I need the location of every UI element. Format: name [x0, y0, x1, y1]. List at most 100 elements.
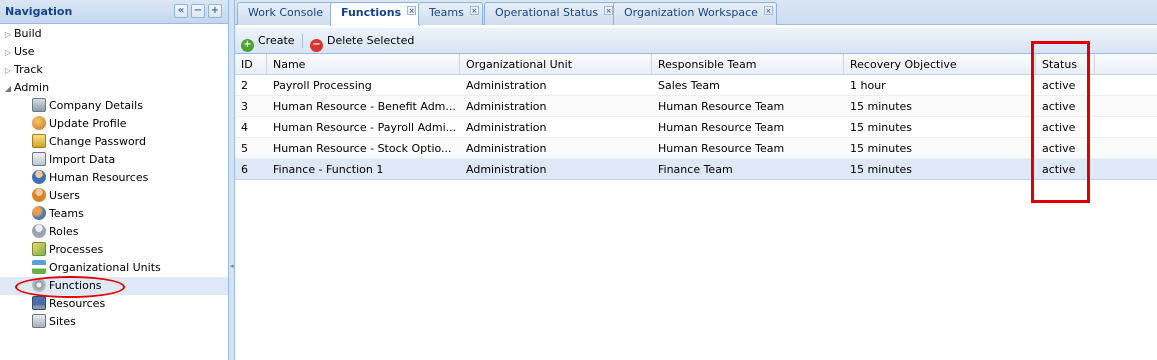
cell-name: Human Resource - Stock Optio...	[273, 142, 452, 155]
cell-id: 5	[241, 142, 248, 155]
nav-item-label: Roles	[49, 225, 79, 238]
close-icon[interactable]: ×	[763, 6, 773, 15]
cell-organizational-unit: Administration	[466, 142, 547, 155]
close-icon[interactable]: ×	[407, 6, 417, 15]
expand-arrow-icon[interactable]: ▷	[2, 26, 14, 44]
table-row[interactable]: 5 Human Resource - Stock Optio... Admini…	[235, 138, 1157, 159]
nav-item-label: Teams	[49, 207, 84, 220]
grid-toolbar: + Create − Delete Selected	[235, 28, 1157, 54]
nav-item-import-data[interactable]: Import Data	[32, 151, 227, 169]
nav-item-roles[interactable]: Roles	[32, 223, 227, 241]
process-icon	[32, 242, 46, 256]
cell-organizational-unit: Administration	[466, 121, 547, 134]
tree-group-label: Use	[14, 45, 35, 58]
nav-item-organizational-units[interactable]: Organizational Units	[32, 259, 227, 277]
create-button-label: Create	[258, 34, 295, 47]
nav-item-teams[interactable]: Teams	[32, 205, 227, 223]
cell-recovery-objective: 15 minutes	[850, 163, 913, 176]
tree-group-label: Track	[14, 63, 43, 76]
plus-icon[interactable]: +	[208, 4, 222, 18]
column-header-recovery-objective[interactable]: Recovery Objective	[844, 54, 1036, 75]
cell-name: Finance - Function 1	[273, 163, 384, 176]
nav-item-update-profile[interactable]: Update Profile	[32, 115, 227, 133]
functions-highlight-oval	[15, 276, 125, 298]
navigation-header: Navigation « − +	[0, 0, 228, 24]
column-header-organizational-unit[interactable]: Organizational Unit	[460, 54, 652, 75]
tab-work-console[interactable]: Work Console	[237, 2, 335, 25]
nav-item-label: Update Profile	[49, 117, 127, 130]
nav-item-label: Users	[49, 189, 80, 202]
cell-responsible-team: Human Resource Team	[658, 100, 785, 113]
import-icon	[32, 152, 46, 166]
add-icon: +	[241, 39, 254, 52]
close-icon[interactable]: ×	[604, 6, 614, 15]
expand-arrow-icon[interactable]: ▷	[2, 44, 14, 62]
tree-group-build[interactable]: ▷ Build	[2, 25, 42, 43]
site-icon	[32, 314, 46, 328]
tab-label: Functions	[341, 6, 402, 19]
cell-recovery-objective: 15 minutes	[850, 142, 913, 155]
nav-item-label: Sites	[49, 315, 76, 328]
nav-item-label: Resources	[49, 297, 106, 310]
cell-responsible-team: Human Resource Team	[658, 142, 785, 155]
close-icon[interactable]: ×	[469, 6, 479, 15]
nav-item-processes[interactable]: Processes	[32, 241, 227, 259]
cell-organizational-unit: Administration	[466, 79, 547, 92]
cell-responsible-team: Finance Team	[658, 163, 733, 176]
tab-label: Work Console	[248, 6, 324, 19]
tab-operational-status[interactable]: Operational Status ×	[484, 2, 618, 25]
navigation-panel: Navigation « − + ▷ Build ▷ Use ▷ Track ◢ Adm…	[0, 0, 229, 360]
nav-item-users[interactable]: Users	[32, 187, 227, 205]
tree-group-use[interactable]: ▷ Use	[2, 43, 35, 61]
delete-selected-button[interactable]: − Delete Selected	[310, 32, 414, 52]
cell-id: 4	[241, 121, 248, 134]
cell-responsible-team: Sales Team	[658, 79, 720, 92]
cell-name: Human Resource - Benefit Adm...	[273, 100, 456, 113]
tab-organization-workspace[interactable]: Organization Workspace ×	[613, 2, 777, 25]
collapse-arrow-icon[interactable]: ◢	[2, 80, 14, 98]
column-header-responsible-team[interactable]: Responsible Team	[652, 54, 844, 75]
tab-functions[interactable]: Functions ×	[330, 2, 421, 26]
nav-item-company-details[interactable]: Company Details	[32, 97, 227, 115]
nav-item-sites[interactable]: Sites	[32, 313, 227, 331]
column-header-id[interactable]: ID	[235, 54, 267, 75]
tree-group-admin[interactable]: ◢ Admin	[2, 79, 49, 97]
delete-icon: −	[310, 39, 323, 52]
expand-arrow-icon[interactable]: ▷	[2, 62, 14, 80]
tab-teams[interactable]: Teams ×	[418, 2, 483, 25]
monitor-icon	[32, 296, 46, 310]
tab-label: Operational Status	[495, 6, 599, 19]
person-icon	[32, 170, 46, 184]
cell-id: 2	[241, 79, 248, 92]
create-button[interactable]: + Create	[241, 32, 295, 52]
building-icon	[32, 98, 46, 112]
tab-label: Organization Workspace	[624, 6, 758, 19]
nav-item-change-password[interactable]: Change Password	[32, 133, 227, 151]
table-row[interactable]: 2 Payroll Processing Administration Sale…	[235, 75, 1157, 96]
tree-group-label: Build	[14, 27, 42, 40]
nav-item-human-resources[interactable]: Human Resources	[32, 169, 227, 187]
collapse-icon[interactable]: «	[174, 4, 188, 18]
minus-icon[interactable]: −	[191, 4, 205, 18]
cell-name: Human Resource - Payroll Admi...	[273, 121, 457, 134]
team-icon	[32, 206, 46, 220]
table-row-selected[interactable]: 6 Finance - Function 1 Administration Fi…	[235, 159, 1157, 180]
nav-item-label: Processes	[49, 243, 104, 256]
nav-item-label: Human Resources	[49, 171, 149, 184]
cell-name: Payroll Processing	[273, 79, 372, 92]
cell-recovery-objective: 1 hour	[850, 79, 886, 92]
tab-bar: Work Console Functions × Teams × Operati…	[235, 0, 1157, 26]
splitter-grip-icon[interactable]: ◂	[230, 262, 234, 270]
column-header-name[interactable]: Name	[267, 54, 460, 75]
user-edit-icon	[32, 116, 46, 130]
user-icon	[32, 188, 46, 202]
cell-responsible-team: Human Resource Team	[658, 121, 785, 134]
toolbar-separator	[302, 34, 303, 48]
tree-group-track[interactable]: ▷ Track	[2, 61, 43, 79]
table-row[interactable]: 3 Human Resource - Benefit Adm... Admini…	[235, 96, 1157, 117]
nav-item-label: Company Details	[49, 99, 143, 112]
key-icon	[32, 134, 46, 148]
table-row[interactable]: 4 Human Resource - Payroll Admi... Admin…	[235, 117, 1157, 138]
cell-id: 3	[241, 100, 248, 113]
tree-group-label: Admin	[14, 81, 50, 94]
